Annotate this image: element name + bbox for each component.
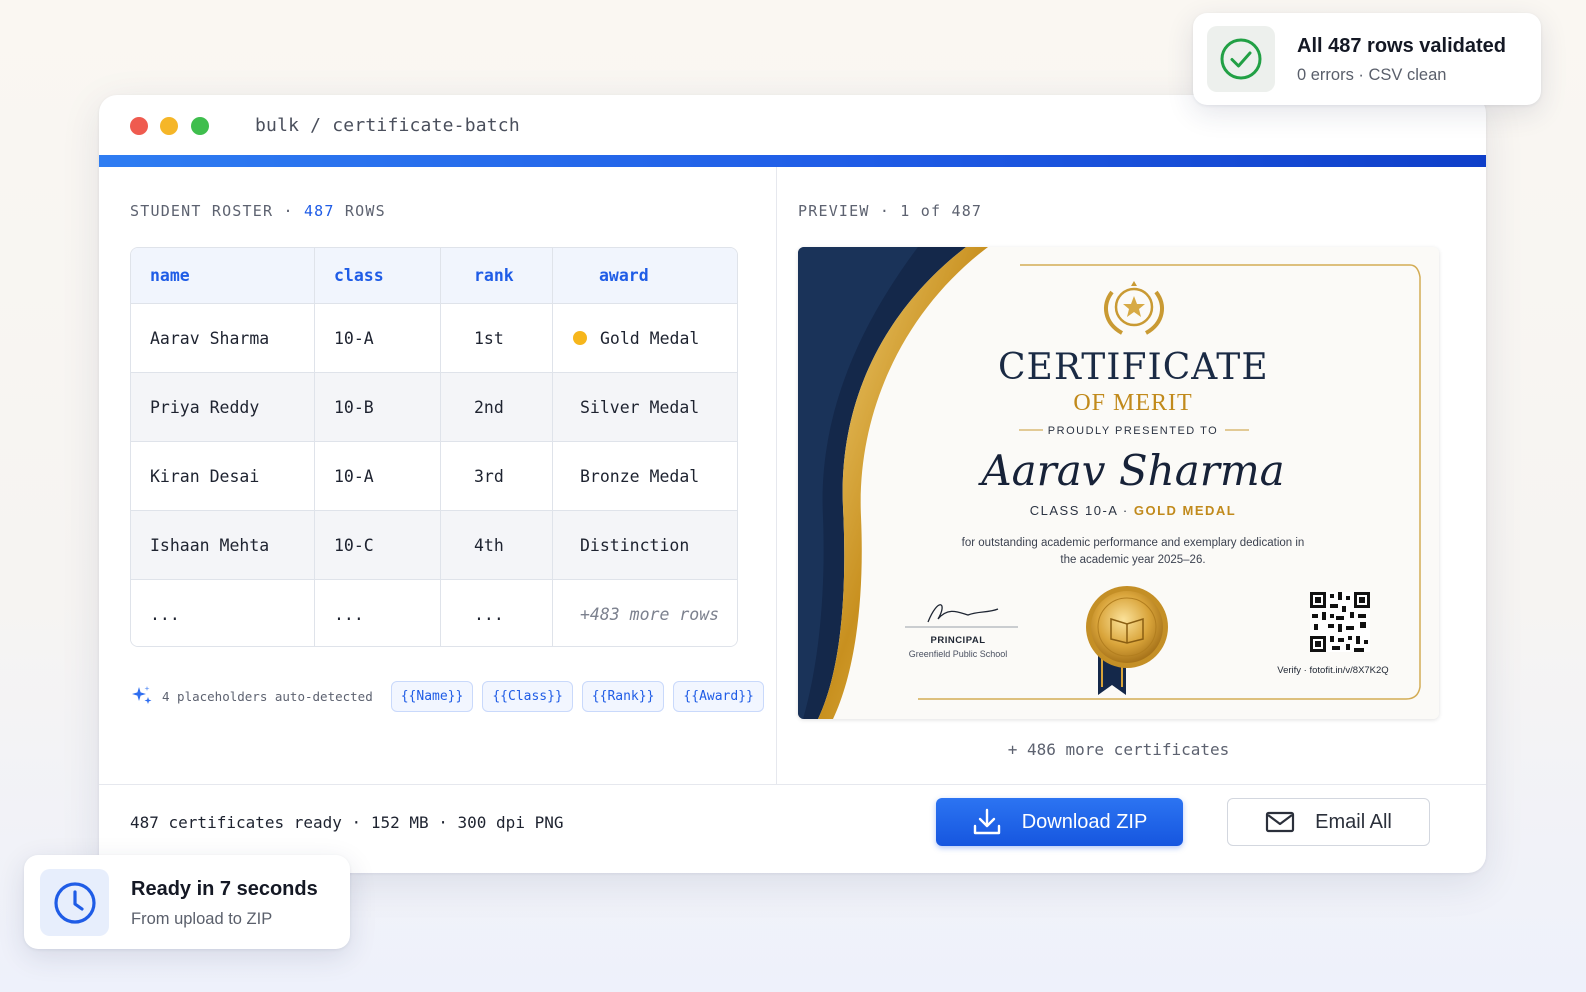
cell-award: Bronze Medal — [580, 466, 700, 486]
roster-unit: ROWS — [344, 202, 386, 220]
cell-rank: 4th — [441, 511, 553, 579]
breadcrumb: bulk / certificate-batch — [255, 115, 520, 136]
table-row[interactable]: Aarav Sharma 10-A 1st Gold Medal — [131, 304, 737, 373]
column-header-award[interactable]: award — [553, 248, 737, 303]
email-all-button[interactable]: Email All — [1227, 798, 1430, 846]
close-window-button[interactable] — [130, 117, 148, 135]
certificate-description: for outstanding academic performance and… — [961, 537, 1305, 566]
roster-count: 487 — [303, 202, 335, 220]
certificate-preview[interactable]: CERTIFICATE OF MERIT PROUDLY PRESENTED T… — [798, 247, 1439, 719]
roster-separator: · — [283, 202, 294, 220]
cell-award: Gold Medal — [553, 304, 737, 372]
certificate-separator: · — [1122, 503, 1129, 518]
panel-divider — [776, 167, 777, 784]
placeholder-row: 4 placeholders auto-detected {{Name}} {{… — [130, 680, 773, 712]
certificate-presented-to: PROUDLY PRESENTED TO — [1047, 425, 1219, 437]
gold-medal-dot-icon — [573, 331, 587, 345]
validation-toast-subtitle: 0 errors · CSV clean — [1297, 66, 1447, 84]
ready-toast-title: Ready in 7 seconds — [131, 878, 318, 900]
check-circle-icon — [1207, 26, 1275, 92]
certificate-class-award: CLASS 10-A · GOLD MEDAL — [968, 503, 1298, 518]
table-row-ellipsis[interactable]: ... ... ... +483 more rows — [131, 580, 737, 646]
placeholder-chip-rank[interactable]: {{Rank}} — [581, 680, 665, 712]
roster-label: STUDENT ROSTER — [130, 202, 274, 220]
download-zip-button[interactable]: Download ZIP — [936, 798, 1183, 846]
certificate-subtitle: OF MERIT — [1073, 390, 1193, 416]
table-row[interactable]: Kiran Desai 10-A 3rd Bronze Medal — [131, 442, 737, 511]
cell-rank: ... — [441, 580, 553, 646]
qr-code-icon — [1310, 592, 1370, 652]
ready-toast-subtitle: From upload to ZIP — [131, 910, 273, 928]
minimize-window-button[interactable] — [160, 117, 178, 135]
column-header-class[interactable]: class — [315, 248, 441, 303]
cell-class: 10-A — [315, 304, 441, 372]
accent-bar — [99, 155, 1486, 167]
cell-award: Silver Medal — [580, 397, 700, 417]
roster-heading: STUDENT ROSTER · 487 ROWS — [130, 202, 386, 220]
cell-award: Distinction — [580, 535, 690, 555]
validation-toast: All 487 rows validated 0 errors · CSV cl… — [1193, 13, 1541, 105]
cell-name: Kiran Desai — [131, 442, 315, 510]
download-zip-label: Download ZIP — [1021, 810, 1148, 833]
cell-name: Ishaan Mehta — [131, 511, 315, 579]
email-all-label: Email All — [1315, 810, 1392, 833]
roster-table: name class rank award Aarav Sharma 10-A … — [130, 247, 738, 647]
validation-toast-title: All 487 rows validated — [1297, 35, 1506, 57]
certificate-title: CERTIFICATE — [998, 347, 1269, 388]
cell-name: ... — [131, 580, 315, 646]
table-row[interactable]: Ishaan Mehta 10-C 4th Distinction — [131, 511, 737, 580]
certificate-recipient-name: Aarav Sharma — [981, 446, 1285, 495]
more-certificates-text: + 486 more certificates — [1007, 740, 1230, 759]
cell-rank: 3rd — [441, 442, 553, 510]
award-text: Gold Medal — [600, 328, 700, 348]
cell-class: 10-C — [315, 511, 441, 579]
more-rows-text: +483 more rows — [580, 604, 720, 624]
download-icon — [973, 808, 1000, 835]
cell-class: 10-A — [315, 442, 441, 510]
cell-class: 10-B — [315, 373, 441, 441]
placeholder-chip-name[interactable]: {{Name}} — [390, 680, 474, 712]
cell-name: Aarav Sharma — [131, 304, 315, 372]
placeholder-detected-text: 4 placeholders auto-detected — [162, 688, 373, 704]
verify-link[interactable]: Verify · fotofit.in/v/8X7K2Q — [1253, 665, 1413, 676]
cell-rank: 2nd — [441, 373, 553, 441]
cell-rank: 1st — [441, 304, 553, 372]
table-row[interactable]: Priya Reddy 10-B 2nd Silver Medal — [131, 373, 737, 442]
mail-icon — [1266, 811, 1295, 833]
certificate-award: GOLD MEDAL — [1133, 503, 1237, 518]
footer-status: 487 certificates ready · 152 MB · 300 dp… — [130, 813, 564, 832]
table-header-row: name class rank award — [131, 248, 737, 304]
school-name: Greenfield Public School — [908, 649, 1008, 659]
cell-class: ... — [315, 580, 441, 646]
clock-icon — [40, 869, 109, 936]
footer-divider — [99, 784, 1486, 785]
signatory-role: PRINCIPAL — [930, 635, 986, 646]
maximize-window-button[interactable] — [191, 117, 209, 135]
column-header-name[interactable]: name — [131, 248, 315, 303]
placeholder-chip-award[interactable]: {{Award}} — [673, 680, 764, 712]
preview-label: PREVIEW · 1 of 487 — [798, 202, 983, 220]
placeholder-chip-class[interactable]: {{Class}} — [482, 680, 573, 712]
ready-time-toast: Ready in 7 seconds From upload to ZIP — [24, 855, 350, 949]
certificate-class: CLASS 10-A — [1029, 503, 1118, 518]
column-header-rank[interactable]: rank — [441, 248, 553, 303]
app-window: bulk / certificate-batch STUDENT ROSTER … — [99, 95, 1486, 873]
sparkle-icon — [132, 686, 152, 704]
cell-name: Priya Reddy — [131, 373, 315, 441]
